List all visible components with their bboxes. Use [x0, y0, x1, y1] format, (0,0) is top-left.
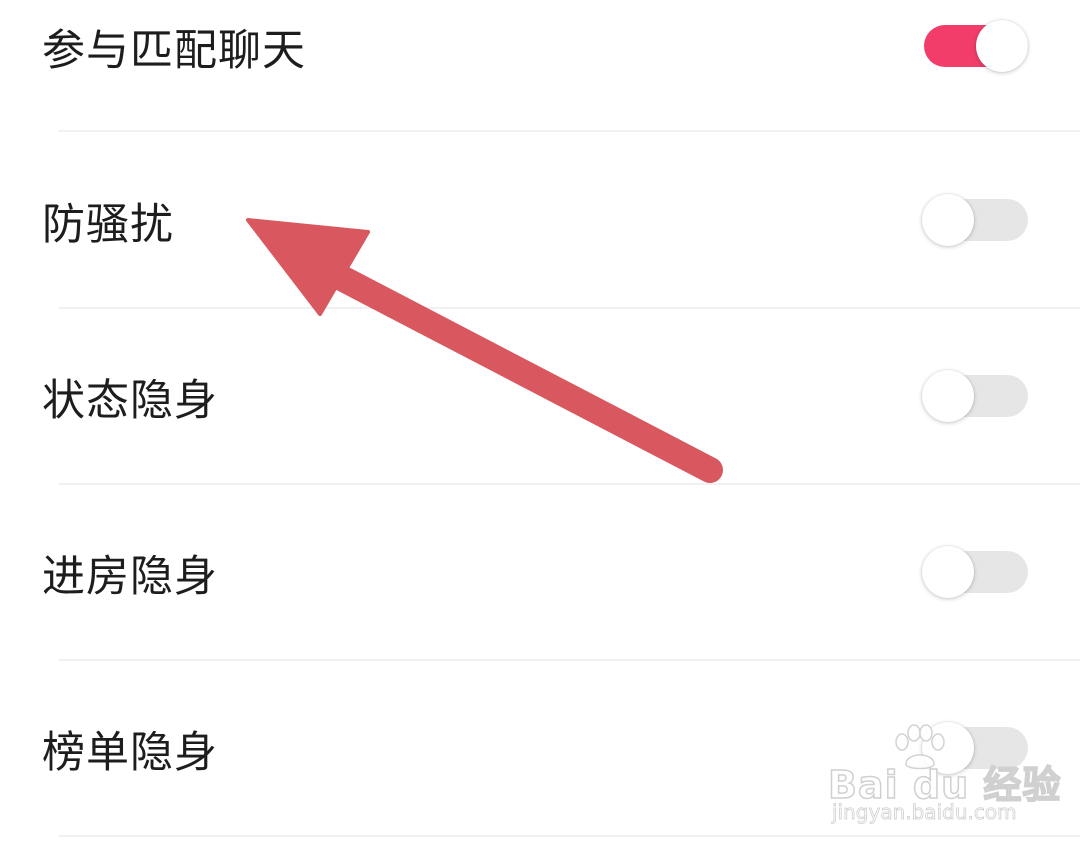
status-invisible-toggle[interactable] [922, 367, 1032, 427]
toggle-knob [922, 546, 974, 598]
setting-label-leaderboard-invisible: 榜单隐身 [42, 728, 218, 778]
setting-row-room-invisible: 进房隐身 [0, 518, 1080, 628]
match-chat-toggle[interactable] [922, 17, 1032, 77]
divider [58, 483, 1080, 485]
divider [58, 659, 1080, 661]
anti-harassment-toggle[interactable] [922, 191, 1032, 251]
settings-list: 参与匹配聊天 防骚扰 状态隐身 进房隐身 榜单隐身 [0, 0, 1080, 844]
setting-row-status-invisible: 状态隐身 [0, 342, 1080, 452]
setting-label-match-chat: 参与匹配聊天 [42, 26, 306, 76]
room-invisible-toggle[interactable] [922, 543, 1032, 603]
toggle-knob [922, 722, 974, 774]
toggle-knob [922, 370, 974, 422]
setting-label-status-invisible: 状态隐身 [42, 376, 218, 426]
setting-row-leaderboard-invisible: 榜单隐身 [0, 694, 1080, 804]
leaderboard-invisible-toggle[interactable] [922, 719, 1032, 779]
divider [58, 307, 1080, 309]
setting-row-match-chat: 参与匹配聊天 [0, 0, 1080, 102]
setting-label-anti-harassment: 防骚扰 [42, 200, 174, 250]
toggle-knob [922, 194, 974, 246]
divider [58, 835, 1080, 837]
toggle-knob [976, 20, 1028, 72]
setting-row-anti-harassment: 防骚扰 [0, 166, 1080, 276]
divider [58, 130, 1080, 132]
setting-label-room-invisible: 进房隐身 [42, 552, 218, 602]
